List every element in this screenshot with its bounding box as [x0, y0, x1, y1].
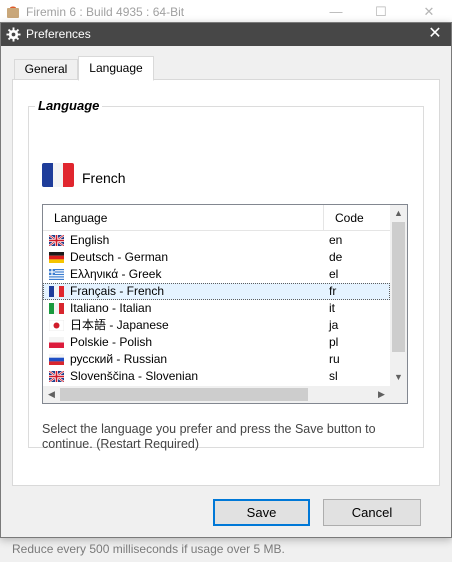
firemin-app-icon: [7, 6, 19, 18]
group-title: Language: [35, 98, 103, 113]
language-tab-panel: Language French Language Code English en…: [12, 79, 440, 486]
list-item[interactable]: Slovenščina - Slovenian sl: [43, 368, 390, 385]
horizontal-scrollbar[interactable]: ◀ ▶: [43, 386, 390, 403]
language-code: ru: [329, 352, 340, 366]
language-list[interactable]: Language Code English en Deutsch - Germa…: [42, 204, 408, 404]
list-item[interactable]: 日本語 - Japanese ja: [43, 317, 390, 334]
main-window-title: Firemin 6 : Build 4935 : 64-Bit: [26, 5, 185, 19]
flag-jp-icon: [49, 320, 64, 331]
preferences-dialog: Preferences ✕ General Language Language …: [0, 22, 452, 538]
gear-icon: [6, 27, 21, 42]
language-name: Polskie - Polish: [70, 335, 153, 349]
language-name: Français - French: [70, 284, 165, 298]
list-item[interactable]: Ελληνικά - Greek el: [43, 266, 390, 283]
language-code: de: [329, 250, 343, 264]
flag-gb-icon: [49, 235, 64, 246]
list-item[interactable]: Italiano - Italian it: [43, 300, 390, 317]
flag-it-icon: [49, 303, 64, 314]
list-item[interactable]: English en: [43, 232, 390, 249]
column-header-language[interactable]: Language: [43, 205, 324, 231]
column-header-code[interactable]: Code: [324, 205, 390, 231]
main-window-status-text: Reduce every 500 milliseconds if usage o…: [12, 542, 285, 556]
flag-gb-icon: [49, 371, 64, 382]
language-code: ja: [329, 318, 339, 332]
scroll-left-icon[interactable]: ◀: [43, 386, 60, 403]
vertical-scrollbar[interactable]: ▲ ▼: [390, 205, 407, 386]
save-button[interactable]: Save: [213, 499, 310, 526]
maximize-icon[interactable]: ☐: [366, 2, 396, 22]
dialog-title: Preferences: [26, 27, 91, 41]
language-code: sl: [329, 369, 338, 383]
language-code: pl: [329, 335, 339, 349]
language-name: Ελληνικά - Greek: [70, 267, 162, 281]
language-name: Slovenščina - Slovenian: [70, 369, 199, 383]
flag-gr-icon: [49, 269, 64, 280]
cancel-button[interactable]: Cancel: [323, 499, 421, 526]
horizontal-scroll-thumb[interactable]: [60, 388, 308, 401]
language-code: it: [329, 301, 335, 315]
flag-de-icon: [49, 252, 64, 263]
language-name: 日本語 - Japanese: [70, 318, 169, 332]
main-window-titlebar: Firemin 6 : Build 4935 : 64-Bit — ☐ ✕: [0, 0, 452, 24]
tab-general[interactable]: General: [14, 59, 78, 80]
close-icon[interactable]: ✕: [425, 24, 445, 44]
language-name: Deutsch - German: [70, 250, 169, 264]
flag-fr-icon: [49, 286, 64, 297]
list-header: Language Code: [43, 205, 390, 231]
flag-fr-icon: [42, 163, 74, 187]
dialog-titlebar[interactable]: Preferences ✕: [1, 23, 451, 46]
language-name: English: [70, 233, 110, 247]
main-close-icon[interactable]: ✕: [414, 2, 444, 22]
list-item[interactable]: русский - Russian ru: [43, 351, 390, 368]
language-name: русский - Russian: [70, 352, 168, 366]
instruction-text: Select the language you prefer and press…: [42, 422, 376, 451]
vertical-scroll-thumb[interactable]: [392, 222, 405, 352]
scroll-down-icon[interactable]: ▼: [390, 369, 407, 386]
tab-language[interactable]: Language: [78, 56, 154, 81]
language-code: fr: [329, 284, 337, 298]
flag-ru-icon: [49, 354, 64, 365]
selected-language-label: French: [82, 170, 126, 186]
flag-pl-icon: [49, 337, 64, 348]
language-name: Italiano - Italian: [70, 301, 152, 315]
list-item-selected[interactable]: Français - French fr: [43, 283, 390, 300]
language-code: en: [329, 233, 343, 247]
scroll-right-icon[interactable]: ▶: [373, 386, 390, 403]
scroll-up-icon[interactable]: ▲: [390, 205, 407, 222]
list-item[interactable]: Polskie - Polish pl: [43, 334, 390, 351]
list-rows: English en Deutsch - German de Ελληνικά …: [43, 232, 390, 385]
minimize-icon[interactable]: —: [321, 2, 351, 22]
list-item[interactable]: Deutsch - German de: [43, 249, 390, 266]
language-code: el: [329, 267, 339, 281]
scrollbar-corner: [390, 386, 407, 403]
